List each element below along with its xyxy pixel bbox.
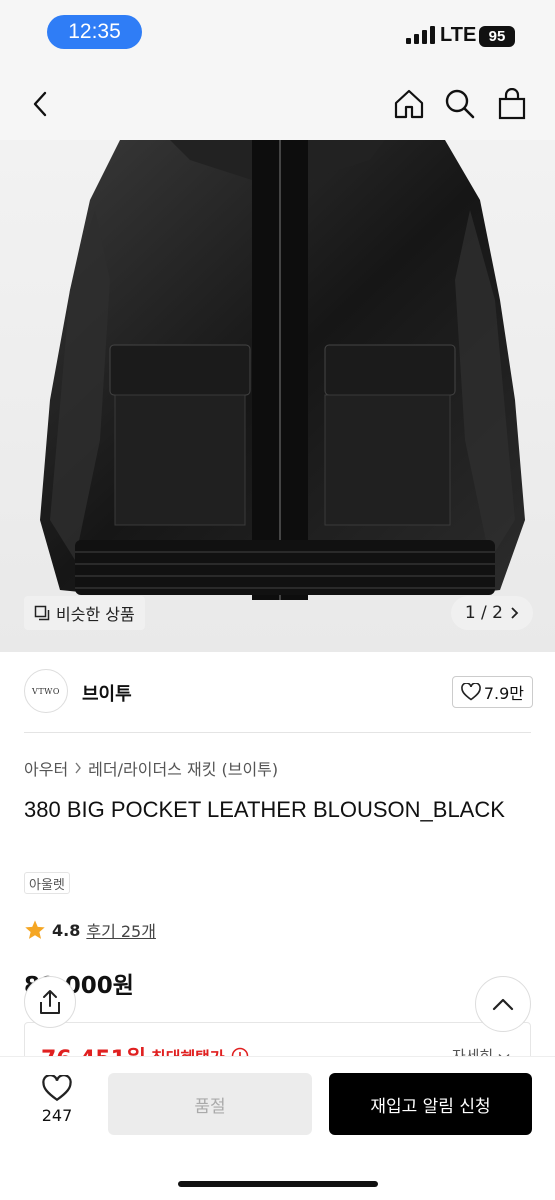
product-image-carousel[interactable]: 비슷한 상품 1 / 2	[0, 140, 555, 652]
brand-logo-text: VTWO	[32, 686, 60, 696]
star-icon	[25, 920, 45, 939]
wishlist-count: 247	[41, 1106, 73, 1125]
home-indicator	[178, 1181, 378, 1187]
signal-icon	[406, 26, 435, 44]
top-navigation	[0, 70, 555, 140]
image-pager[interactable]: 1 / 2	[450, 596, 533, 630]
restock-alert-button[interactable]: 재입고 알림 신청	[329, 1073, 532, 1135]
outlet-tag: 아울렛	[24, 872, 70, 894]
status-bar: 12:35 LTE 95	[0, 0, 555, 70]
brand-logo[interactable]: VTWO	[24, 669, 68, 713]
product-title: 380 BIG POCKET LEATHER BLOUSON_BLACK	[24, 797, 505, 822]
wishlist-button[interactable]: 247	[24, 1075, 90, 1135]
review-count-link[interactable]: 후기 25개	[86, 918, 156, 942]
share-button[interactable]	[24, 976, 76, 1028]
home-icon[interactable]	[391, 86, 427, 122]
battery-icon: 95	[479, 26, 515, 47]
divider	[24, 732, 531, 733]
battery-level: 95	[488, 28, 506, 45]
bottom-action-bar: 247 품절 재입고 알림 신청	[0, 1056, 555, 1200]
product-image	[40, 140, 525, 600]
heart-icon	[461, 683, 481, 701]
breadcrumb: 아우터 레더/라이더스 재킷 (브이투)	[24, 756, 278, 780]
rating-score: 4.8	[52, 920, 81, 940]
chevron-right-icon	[75, 762, 82, 774]
share-icon	[40, 990, 60, 1014]
brand-like-count: 7.9만	[483, 684, 524, 703]
similar-products-button[interactable]: 비슷한 상품	[24, 596, 145, 630]
image-pager-count: 1 / 2	[464, 603, 503, 623]
network-label: LTE	[440, 24, 477, 46]
brand-name[interactable]: 브이투	[82, 680, 132, 706]
heart-icon	[42, 1075, 72, 1102]
brand-like-button[interactable]: 7.9만	[451, 676, 533, 708]
rating-row: 4.8 후기 25개	[24, 918, 156, 942]
chevron-up-icon	[492, 998, 514, 1011]
similar-products-label: 비슷한 상품	[56, 605, 135, 624]
breadcrumb-category[interactable]: 아우터	[24, 756, 68, 780]
chevron-right-icon	[511, 607, 519, 619]
search-icon[interactable]	[442, 86, 478, 122]
breadcrumb-subcategory[interactable]: 레더/라이더스 재킷 (브이투)	[88, 756, 278, 780]
status-time: 12:35	[47, 15, 142, 49]
shopping-bag-icon[interactable]	[494, 86, 530, 122]
similar-items-icon	[34, 605, 50, 621]
scroll-top-button[interactable]	[475, 976, 531, 1032]
soldout-button[interactable]: 품절	[108, 1073, 312, 1135]
back-icon[interactable]	[22, 86, 58, 122]
brand-row: VTWO 브이투 7.9만	[0, 665, 555, 721]
